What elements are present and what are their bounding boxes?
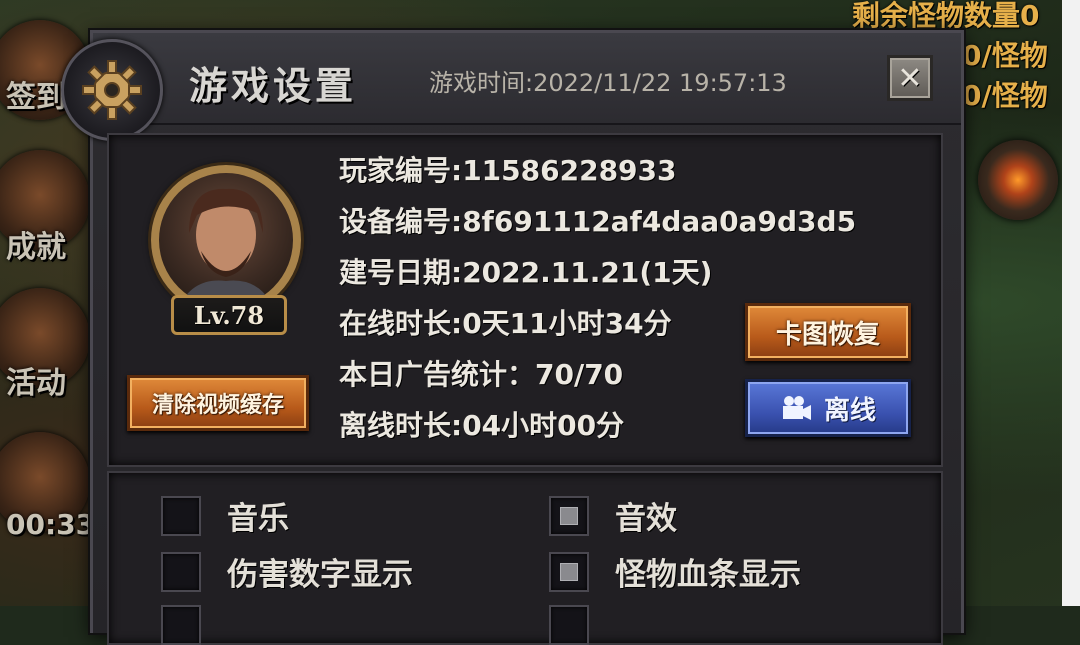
- map-recover-label: 卡图恢复: [775, 319, 880, 350]
- player-avatar: [151, 165, 301, 315]
- video-camera-icon: [782, 396, 811, 420]
- option-damage-numbers[interactable]: 伤害数字显示: [161, 549, 413, 594]
- option-row3-left-checkbox[interactable]: [161, 605, 201, 645]
- account-created-date: 建号日期:2022.11.21(1天): [339, 256, 713, 289]
- screen-edge: [1062, 0, 1080, 606]
- close-button[interactable]: ✕: [887, 55, 933, 101]
- option-music-label: 音乐: [227, 501, 289, 537]
- sign-in-menu-label: 签到: [6, 80, 66, 115]
- player-id: 玩家编号:11586228933: [339, 154, 677, 187]
- fire-orb-icon[interactable]: [978, 140, 1058, 220]
- player-info-panel: Lv.78 清除视频缓存 玩家编号:11586228933 设备编号:8f691…: [107, 133, 943, 467]
- option-sound-effects-label: 音效: [615, 501, 677, 537]
- options-panel: 音乐 音效 伤害数字显示 怪物血条显示: [107, 471, 943, 645]
- clear-video-cache-button[interactable]: 清除视频缓存: [127, 375, 309, 431]
- sound-effects-checkbox[interactable]: [549, 495, 589, 536]
- checked-mark: [560, 506, 578, 525]
- offline-button[interactable]: 离线: [745, 379, 911, 437]
- offline-label: 离线: [823, 395, 876, 426]
- gear-icon: [82, 60, 142, 120]
- hud-remaining-monsters: 剩余怪物数量0: [852, 0, 1040, 32]
- device-id: 设备编号:8f691112af4daa0a9d3d5: [339, 205, 857, 238]
- monster-health-bar-checkbox[interactable]: [549, 551, 589, 592]
- option-damage-numbers-label: 伤害数字显示: [227, 557, 413, 593]
- dialog-header: 游戏设置 游戏时间:2022/11/22 19:57:13 ✕: [61, 33, 961, 141]
- achievement-menu-label: 成就: [6, 230, 66, 265]
- damage-numbers-checkbox[interactable]: [161, 551, 201, 592]
- option-row3-right-checkbox[interactable]: [549, 605, 589, 645]
- option-monster-health-bar-label: 怪物血条显示: [615, 557, 801, 593]
- map-recover-button[interactable]: 卡图恢复: [745, 303, 911, 361]
- hero-portrait: [179, 188, 273, 307]
- close-icon: ✕: [897, 60, 923, 96]
- game-settings-dialog: 游戏设置 游戏时间:2022/11/22 19:57:13 ✕ Lv.78 清除…: [61, 30, 964, 645]
- music-checkbox[interactable]: [161, 495, 201, 536]
- gear-badge: [61, 39, 163, 141]
- activity-menu-label: 活动: [6, 366, 66, 401]
- hud-monster-count-1: 0/怪物: [962, 39, 1048, 72]
- hud-monster-count-2: 0/怪物: [962, 79, 1048, 112]
- option-monster-health-bar[interactable]: 怪物血条显示: [549, 549, 801, 594]
- timer-label: 00:33: [6, 508, 96, 541]
- dialog-title: 游戏设置: [189, 64, 358, 108]
- checked-mark: [560, 562, 578, 581]
- option-sound-effects[interactable]: 音效: [549, 493, 677, 538]
- option-music[interactable]: 音乐: [161, 493, 289, 538]
- clear-video-cache-label: 清除视频缓存: [151, 393, 284, 418]
- game-time: 游戏时间:2022/11/22 19:57:13: [429, 69, 787, 97]
- level-badge: Lv.78: [171, 295, 287, 335]
